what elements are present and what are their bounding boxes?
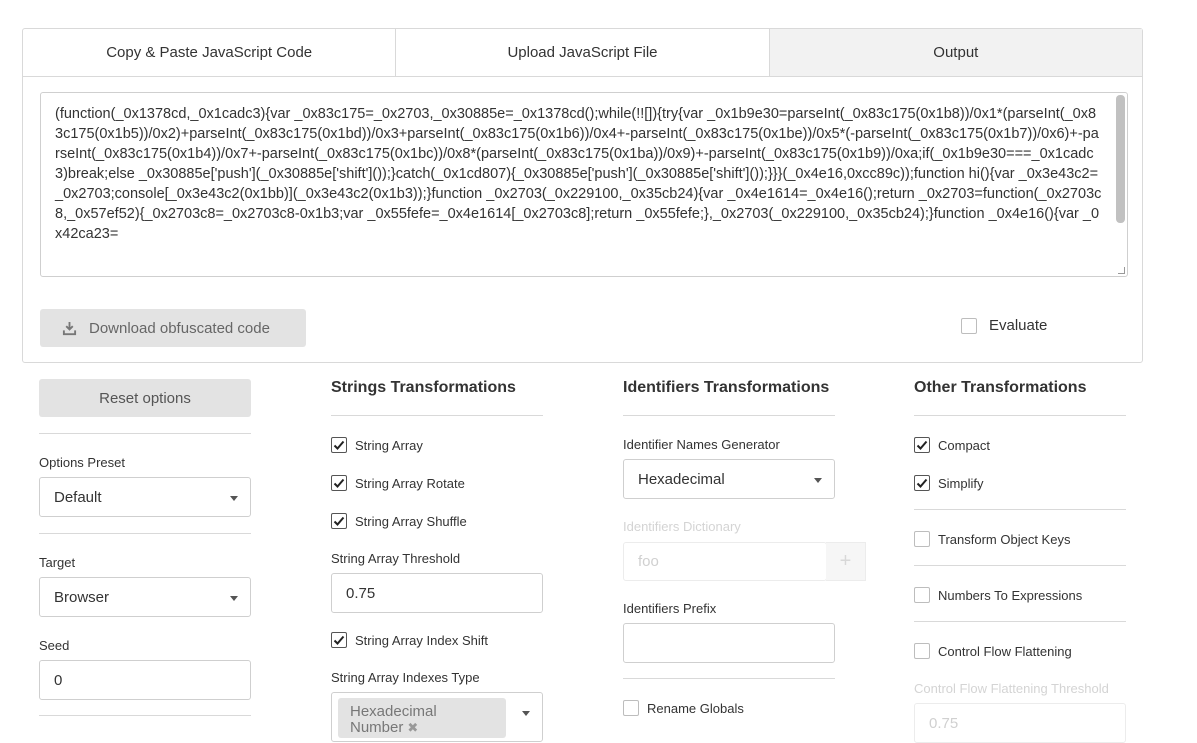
compact-label: Compact — [938, 437, 991, 453]
string-array-index-shift-option[interactable]: String Array Index Shift — [331, 632, 488, 648]
simplify-option[interactable]: Simplify — [914, 475, 984, 491]
reset-options-button[interactable]: Reset options — [39, 379, 251, 417]
divider — [914, 415, 1126, 416]
identifiers-prefix-label: Identifiers Prefix — [623, 601, 717, 616]
string-array-threshold-value: 0.75 — [346, 584, 376, 602]
string-array-threshold-label: String Array Threshold — [331, 551, 461, 566]
chevron-down-icon — [230, 596, 238, 601]
numbers-to-expressions-label: Numbers To Expressions — [938, 587, 1083, 603]
string-array-rotate-checkbox[interactable] — [331, 475, 347, 491]
control-flow-flattening-option[interactable]: Control Flow Flattening — [914, 643, 1072, 659]
target-value: Browser — [54, 588, 110, 606]
output-code-textarea[interactable]: (function(_0x1378cd,_0x1cadc3){var _0x83… — [40, 92, 1128, 277]
divider — [331, 415, 543, 416]
download-obfuscated-code-button[interactable]: Download obfuscated code — [40, 309, 306, 347]
divider — [914, 621, 1126, 622]
string-array-rotate-option[interactable]: String Array Rotate — [331, 475, 465, 491]
remove-tag-icon[interactable]: ✖ — [407, 720, 418, 735]
compact-option[interactable]: Compact — [914, 437, 990, 453]
target-select[interactable]: Browser — [39, 577, 251, 617]
identifiers-dictionary-input: foo — [623, 542, 827, 581]
simplify-label: Simplify — [938, 475, 984, 491]
divider — [623, 415, 835, 416]
evaluate-checkbox[interactable] — [961, 317, 977, 334]
options-preset-value: Default — [54, 488, 102, 506]
evaluate-checkbox-row[interactable]: Evaluate — [961, 317, 1047, 334]
selected-tag: Hexadecimal Number ✖ — [338, 698, 506, 738]
checkmark-icon — [916, 440, 928, 450]
string-array-rotate-label: String Array Rotate — [355, 475, 465, 491]
target-label: Target — [39, 555, 76, 570]
control-flow-flattening-threshold-input: 0.75 — [914, 703, 1126, 743]
string-array-shuffle-option[interactable]: String Array Shuffle — [331, 513, 467, 529]
code-scrollbar[interactable] — [1116, 95, 1125, 223]
identifier-names-generator-value: Hexadecimal — [638, 470, 725, 488]
string-array-checkbox[interactable] — [331, 437, 347, 453]
seed-value: 0 — [54, 671, 63, 689]
tab-bar: Copy & Paste JavaScript Code Upload Java… — [23, 29, 1142, 77]
divider — [39, 715, 251, 716]
evaluate-label: Evaluate — [989, 317, 1048, 334]
control-flow-flattening-threshold-value: 0.75 — [929, 714, 959, 732]
string-array-label: String Array — [355, 437, 423, 453]
obfuscator-panel: Copy & Paste JavaScript Code Upload Java… — [22, 28, 1143, 363]
identifier-names-generator-select[interactable]: Hexadecimal — [623, 459, 835, 499]
identifiers-transformations-heading: Identifiers Transformations — [623, 379, 830, 396]
control-flow-flattening-threshold-label: Control Flow Flattening Threshold — [914, 681, 1109, 696]
divider — [914, 509, 1126, 510]
simplify-checkbox[interactable] — [914, 475, 930, 491]
rename-globals-option[interactable]: Rename Globals — [623, 700, 744, 716]
string-array-indexes-type-label: String Array Indexes Type — [331, 670, 480, 685]
rename-globals-label: Rename Globals — [647, 700, 744, 716]
output-code-text: (function(_0x1378cd,_0x1cadc3){var _0x83… — [55, 106, 1102, 242]
divider — [623, 678, 835, 679]
transform-object-keys-option[interactable]: Transform Object Keys — [914, 531, 1070, 547]
seed-label: Seed — [39, 638, 70, 653]
chevron-down-icon — [230, 496, 238, 501]
seed-input[interactable]: 0 — [39, 660, 251, 700]
plus-icon: + — [839, 550, 852, 572]
string-array-shuffle-checkbox[interactable] — [331, 513, 347, 529]
resize-grip[interactable] — [1118, 267, 1125, 274]
chevron-down-icon — [814, 478, 822, 483]
tab-copy-paste[interactable]: Copy & Paste JavaScript Code — [23, 29, 397, 76]
other-transformations-heading: Other Transformations — [914, 379, 1087, 396]
checkmark-icon — [333, 440, 345, 450]
numbers-to-expressions-checkbox[interactable] — [914, 587, 930, 603]
checkmark-icon — [333, 478, 345, 488]
compact-checkbox[interactable] — [914, 437, 930, 453]
checkmark-icon — [916, 478, 928, 488]
control-flow-flattening-label: Control Flow Flattening — [938, 643, 1072, 659]
chevron-down-icon — [522, 711, 530, 716]
identifier-names-generator-label: Identifier Names Generator — [623, 437, 780, 452]
identifiers-dictionary-label: Identifiers Dictionary — [623, 519, 741, 534]
identifiers-dictionary-placeholder: foo — [638, 553, 659, 570]
string-array-index-shift-checkbox[interactable] — [331, 632, 347, 648]
add-dictionary-item-button: + — [826, 542, 866, 581]
strings-transformations-heading: Strings Transformations — [331, 379, 516, 396]
divider — [39, 433, 251, 434]
selected-tag-label: Hexadecimal Number — [350, 703, 437, 736]
string-array-shuffle-label: String Array Shuffle — [355, 513, 467, 529]
checkmark-icon — [333, 635, 345, 645]
string-array-threshold-input[interactable]: 0.75 — [331, 573, 543, 613]
checkmark-icon — [333, 516, 345, 526]
string-array-index-shift-label: String Array Index Shift — [355, 632, 488, 648]
transform-object-keys-checkbox[interactable] — [914, 531, 930, 547]
options-preset-select[interactable]: Default — [39, 477, 251, 517]
divider — [914, 565, 1126, 566]
identifiers-prefix-input[interactable] — [623, 623, 835, 663]
rename-globals-checkbox[interactable] — [623, 700, 639, 716]
tab-upload-file[interactable]: Upload JavaScript File — [396, 29, 770, 76]
options-preset-label: Options Preset — [39, 455, 125, 470]
tab-output[interactable]: Output — [769, 29, 1142, 76]
download-icon — [62, 321, 77, 335]
transform-object-keys-label: Transform Object Keys — [938, 531, 1071, 547]
numbers-to-expressions-option[interactable]: Numbers To Expressions — [914, 587, 1082, 603]
divider — [39, 533, 251, 534]
string-array-option[interactable]: String Array — [331, 437, 423, 453]
control-flow-flattening-checkbox[interactable] — [914, 643, 930, 659]
download-button-label: Download obfuscated code — [89, 319, 270, 337]
string-array-indexes-type-select[interactable]: Hexadecimal Number ✖ — [331, 692, 543, 742]
